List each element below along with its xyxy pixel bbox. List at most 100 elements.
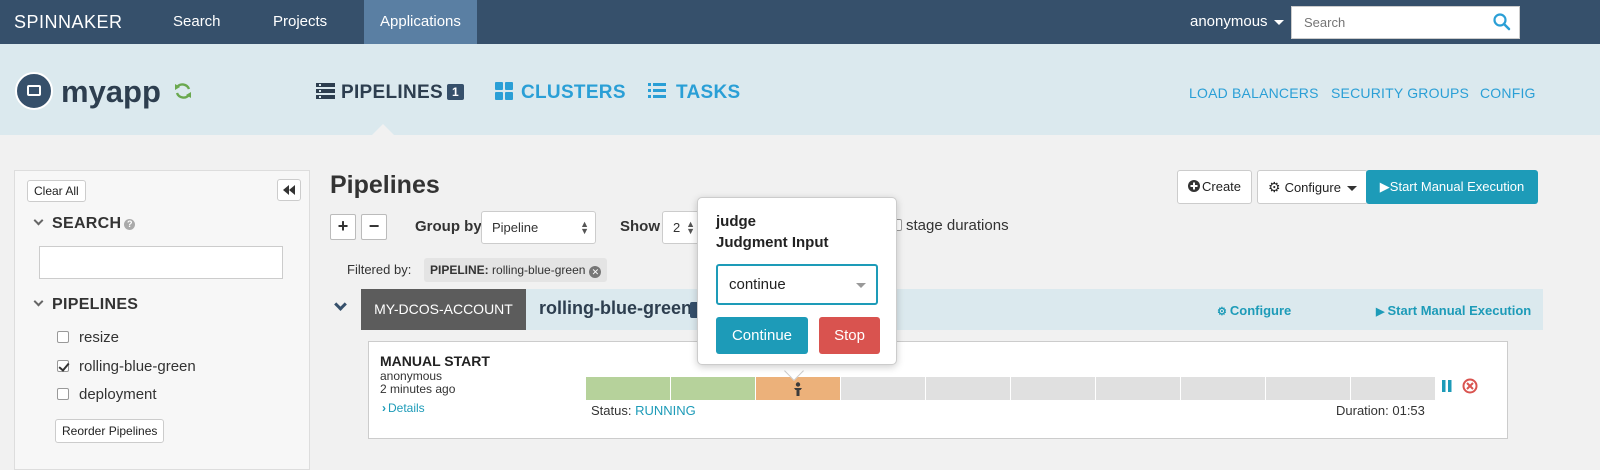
stop-button[interactable]: Stop (819, 317, 880, 354)
expand-all-button[interactable]: + (330, 214, 356, 240)
pipeline-name[interactable]: rolling-blue-green (539, 298, 692, 319)
group-by-value: Pipeline (492, 220, 539, 235)
details-label: Details (388, 401, 425, 415)
pipelines-section-label: PIPELINES (52, 296, 139, 313)
execution-duration: Duration: 01:53 (1336, 403, 1425, 418)
nav-search[interactable]: Search (157, 0, 237, 44)
pipelines-icon (316, 83, 335, 99)
stage-segment-not-started[interactable] (1011, 377, 1095, 400)
stage-durations-toggle[interactable]: stage durations (890, 217, 1009, 234)
tab-pipelines[interactable]: PIPELINES 1 (316, 82, 464, 104)
pipeline-filter-resize[interactable]: resize (57, 329, 119, 346)
double-chevron-left-icon (283, 185, 295, 195)
brand-logo[interactable]: SPINNAKER (14, 12, 123, 33)
plus-circle-icon (1188, 180, 1200, 192)
popover-subtitle: Judgment Input (716, 234, 829, 251)
application-icon (15, 72, 53, 110)
caret-down-icon (1346, 186, 1357, 192)
nav-applications[interactable]: Applications (364, 0, 477, 44)
stage-segment-succeeded[interactable] (586, 377, 670, 400)
gear-icon: ⚙ (1217, 306, 1227, 318)
group-by-select[interactable]: Pipeline ▲ ▼ (481, 211, 596, 244)
group-collapse-chevron-icon[interactable] (334, 298, 347, 311)
show-count-select[interactable]: 2 ▲ ▼ (662, 211, 702, 244)
cancel-circle-icon[interactable] (1462, 378, 1478, 394)
tab-clusters[interactable]: CLUSTERS (495, 82, 626, 104)
pipelines-count-badge: 1 (446, 84, 464, 100)
pipeline-filter-rolling-blue-green[interactable]: rolling-blue-green (57, 358, 196, 375)
continue-button[interactable]: Continue (716, 317, 808, 354)
link-security-groups[interactable]: SECURITY GROUPS (1331, 85, 1469, 101)
pipeline-filter-deployment[interactable]: deployment (57, 386, 157, 403)
clusters-icon (495, 82, 513, 100)
stage-segment-not-started[interactable] (1266, 377, 1350, 400)
start-manual-execution-button[interactable]: ▶Start Manual Execution (1366, 170, 1538, 204)
manual-judgment-popover: judge Judgment Input continue Continue S… (697, 197, 897, 365)
remove-filter-icon[interactable]: ✕ (589, 266, 602, 278)
global-search (1291, 6, 1520, 39)
pause-icon[interactable] (1442, 380, 1452, 392)
play-icon: ▶ (1376, 306, 1385, 318)
help-icon[interactable]: ? (124, 219, 136, 230)
tab-tasks-label: TASKS (676, 82, 741, 103)
judgment-value: continue (729, 276, 786, 293)
pipeline-configure-label: Configure (1229, 303, 1292, 318)
top-navbar: SPINNAKER Search Projects Applications a… (0, 0, 1600, 44)
link-config[interactable]: CONFIG (1480, 85, 1536, 101)
chevron-right-icon: › (382, 401, 386, 415)
refresh-icon[interactable] (173, 81, 193, 101)
stage-segment-succeeded[interactable] (671, 377, 755, 400)
judgment-input-select[interactable]: continue (716, 264, 878, 305)
tasks-list-icon (648, 83, 666, 98)
stage-segment-not-started[interactable] (1181, 377, 1265, 400)
chevron-down-icon (33, 296, 44, 307)
sidebar-search-input[interactable] (39, 246, 283, 279)
checkbox-checked[interactable] (57, 360, 69, 372)
stage-segment-not-started[interactable] (926, 377, 1010, 400)
gear-icon: ⚙ (1268, 179, 1281, 195)
show-count-value: 2 (673, 220, 681, 235)
execution-stage-bar (586, 377, 1436, 400)
user-menu[interactable]: anonymous (1190, 0, 1284, 44)
search-section-title[interactable]: SEARCH? (33, 215, 136, 233)
caret-down-icon (1273, 19, 1284, 25)
stage-segment-not-started[interactable] (841, 377, 925, 400)
execution-details-link[interactable]: › Details (382, 401, 425, 415)
tab-pipelines-label: PIPELINES (341, 82, 443, 103)
application-header: myapp PIPELINES 1 CLUSTERS TASKS LOAD BAL… (0, 44, 1600, 135)
reorder-pipelines-button[interactable]: Reorder Pipelines (55, 419, 165, 443)
show-label: Show (620, 218, 660, 235)
collapse-all-button[interactable]: − (361, 214, 387, 240)
stage-segment-not-started[interactable] (1351, 377, 1435, 400)
page-title: Pipelines (330, 171, 440, 199)
create-label: Create (1202, 179, 1242, 194)
configure-label: Configure (1284, 180, 1341, 195)
tab-tasks[interactable]: TASKS (648, 82, 740, 104)
configure-dropdown-button[interactable]: ⚙ Configure (1257, 170, 1368, 204)
search-icon[interactable] (1493, 13, 1511, 31)
link-load-balancers[interactable]: LOAD BALANCERS (1189, 85, 1319, 101)
checkbox[interactable] (57, 331, 69, 343)
checkbox[interactable] (57, 388, 69, 400)
global-search-input[interactable] (1292, 7, 1482, 38)
pipeline-start-manual-link[interactable]: ▶ Start Manual Execution (1376, 303, 1531, 318)
person-icon (794, 382, 802, 396)
execution-user: anonymous (380, 369, 443, 383)
execution-trigger: MANUAL START (380, 353, 490, 369)
create-button[interactable]: Create (1177, 170, 1253, 204)
pipeline-configure-link[interactable]: ⚙ Configure (1217, 303, 1291, 318)
clear-all-button[interactable]: Clear All (27, 180, 86, 202)
nav-projects[interactable]: Projects (257, 0, 343, 44)
select-arrows-icon: ▲ ▼ (580, 219, 589, 236)
collapse-sidebar-button[interactable] (277, 179, 301, 201)
status-value: RUNNING (635, 403, 696, 418)
pipeline-start-manual-label: Start Manual Execution (1387, 303, 1532, 318)
filter-tag[interactable]: PIPELINE: rolling-blue-green ✕ (424, 258, 608, 282)
stage-segment-not-started[interactable] (1096, 377, 1180, 400)
play-icon: ▶ (1379, 179, 1390, 194)
pipelines-section-title[interactable]: PIPELINES (33, 296, 139, 314)
group-by-label: Group by (415, 218, 482, 235)
active-tab-pointer (372, 124, 394, 135)
stage-segment-running[interactable] (756, 377, 840, 400)
execution-time-ago: 2 minutes ago (380, 382, 456, 396)
